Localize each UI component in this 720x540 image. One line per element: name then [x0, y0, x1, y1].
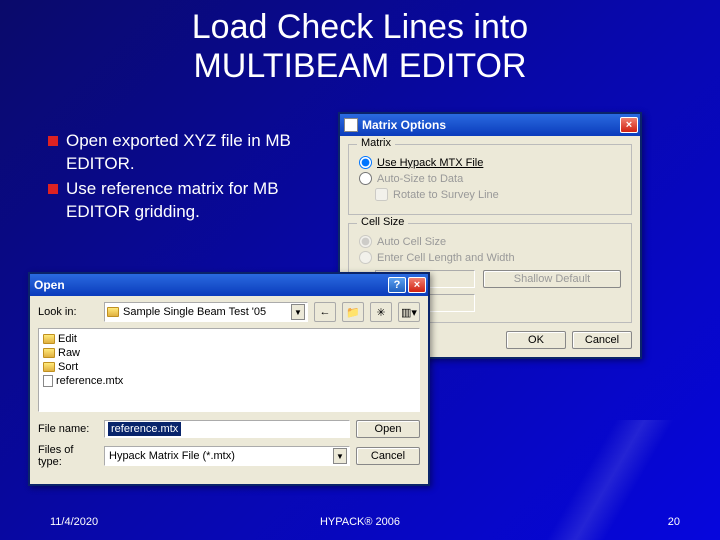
nav-up-button[interactable]: 📁 — [342, 302, 364, 322]
lookin-dropdown[interactable]: Sample Single Beam Test '05 ▼ — [104, 302, 308, 322]
open-dialog: Open ? × Look in: Sample Single Beam Tes… — [28, 272, 430, 486]
chevron-down-icon[interactable]: ▼ — [333, 448, 347, 464]
slide-title-line1: Load Check Lines into — [0, 8, 720, 47]
chevron-down-icon[interactable]: ▼ — [291, 304, 305, 320]
cancel-button[interactable]: Cancel — [572, 331, 632, 349]
radio-enter-cellsize: Enter Cell Length and Width — [359, 251, 621, 264]
filetype-dropdown[interactable]: Hypack Matrix File (*.mtx) ▼ — [104, 446, 350, 466]
filename-input[interactable]: reference.mtx — [104, 420, 350, 438]
nav-newfolder-button[interactable]: ✳ — [370, 302, 392, 322]
slide-title-line2: MULTIBEAM EDITOR — [0, 47, 720, 86]
bullet-marker-icon — [48, 136, 58, 146]
filename-value: reference.mtx — [108, 422, 181, 436]
footer-page: 20 — [668, 516, 680, 528]
app-icon — [344, 118, 358, 132]
folder-icon — [107, 307, 119, 317]
list-item[interactable]: Raw — [43, 346, 415, 360]
file-icon — [43, 375, 53, 387]
bullet-marker-icon — [48, 184, 58, 194]
matrix-group: Matrix Use Hypack MTX File Auto-Size to … — [348, 144, 632, 215]
matrix-titlebar[interactable]: Matrix Options × — [340, 114, 640, 136]
radio-autosize[interactable]: Auto-Size to Data — [359, 172, 621, 185]
footer-date: 11/4/2020 — [50, 516, 98, 528]
open-title-text: Open — [34, 278, 65, 292]
filetype-value: Hypack Matrix File (*.mtx) — [107, 450, 333, 462]
matrix-group-label: Matrix — [357, 137, 395, 149]
folder-icon — [43, 362, 55, 372]
bullet-text: Use reference matrix for MB EDITOR gridd… — [66, 178, 296, 224]
folder-icon — [43, 348, 55, 358]
folder-icon — [43, 334, 55, 344]
ok-button[interactable]: OK — [506, 331, 566, 349]
open-titlebar[interactable]: Open ? × — [30, 274, 428, 296]
file-list[interactable]: Edit Raw Sort reference.mtx — [38, 328, 420, 412]
shallow-default-button: Shallow Default — [483, 270, 621, 288]
bullet-text: Open exported XYZ file in MB EDITOR. — [66, 130, 296, 176]
nav-back-button[interactable]: ← — [314, 302, 336, 322]
check-rotate-survey: Rotate to Survey Line — [375, 188, 621, 201]
bullet-item: Use reference matrix for MB EDITOR gridd… — [48, 178, 296, 224]
bullet-item: Open exported XYZ file in MB EDITOR. — [48, 130, 296, 176]
radio-auto-cellsize: Auto Cell Size — [359, 235, 621, 248]
radio-use-mtx-file[interactable]: Use Hypack MTX File — [359, 156, 621, 169]
nav-views-button[interactable]: ▥▾ — [398, 302, 420, 322]
list-item[interactable]: reference.mtx — [43, 374, 415, 388]
slide-footer: 11/4/2020 HYPACK® 2006 20 — [0, 516, 720, 528]
matrix-title-text: Matrix Options — [362, 118, 446, 132]
list-item[interactable]: Edit — [43, 332, 415, 346]
list-item[interactable]: Sort — [43, 360, 415, 374]
lookin-value: Sample Single Beam Test '05 — [123, 306, 291, 318]
open-button[interactable]: Open — [356, 420, 420, 438]
cancel-button[interactable]: Cancel — [356, 447, 420, 465]
filetype-label: Files of type: — [38, 444, 98, 468]
help-icon[interactable]: ? — [388, 277, 406, 293]
close-icon[interactable]: × — [408, 277, 426, 293]
footer-center: HYPACK® 2006 — [320, 516, 400, 528]
filename-label: File name: — [38, 423, 98, 435]
bullet-list: Open exported XYZ file in MB EDITOR. Use… — [48, 130, 296, 226]
lookin-label: Look in: — [38, 306, 98, 318]
slide-title: Load Check Lines into MULTIBEAM EDITOR — [0, 0, 720, 86]
cellsize-group-label: Cell Size — [357, 216, 408, 228]
close-icon[interactable]: × — [620, 117, 638, 133]
